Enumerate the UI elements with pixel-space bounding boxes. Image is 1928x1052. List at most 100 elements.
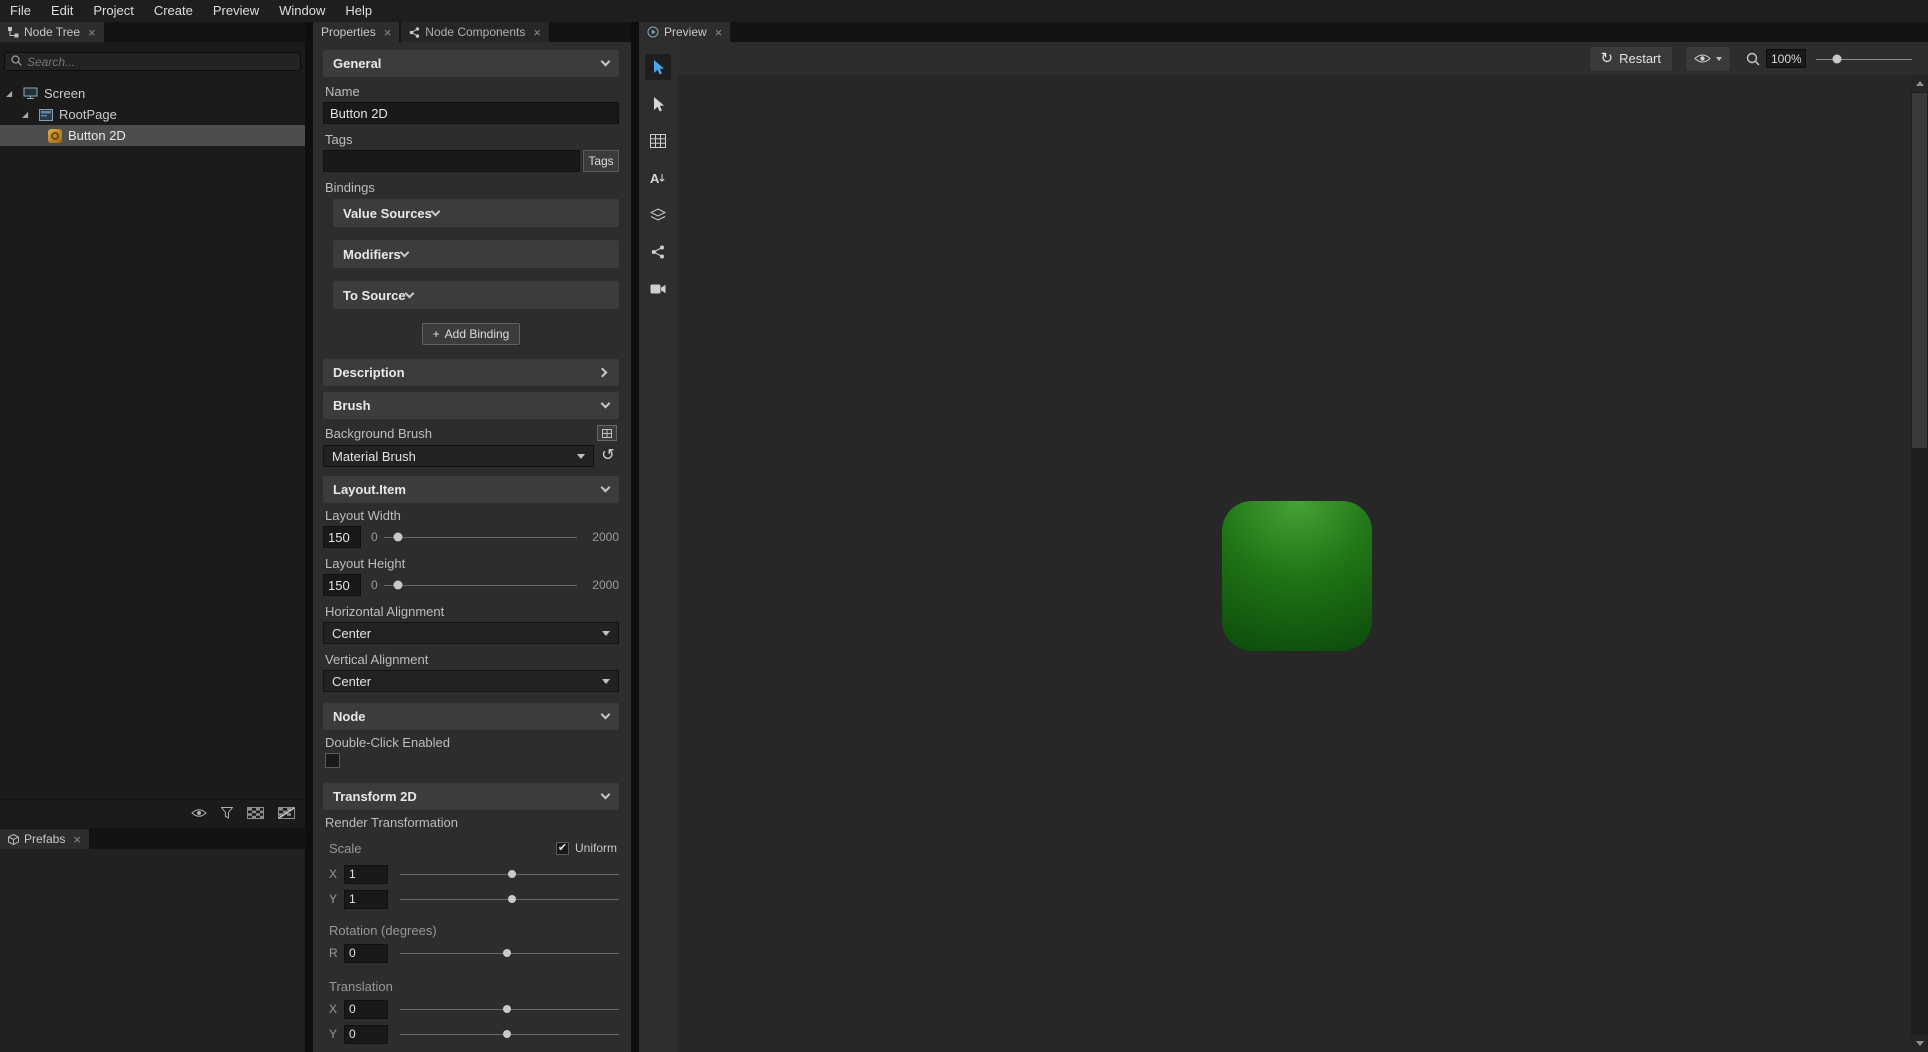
camera-tool-icon[interactable] bbox=[645, 276, 671, 302]
horizontal-alignment-select[interactable]: Center bbox=[323, 622, 619, 644]
uniform-checkbox[interactable]: ✔ bbox=[556, 842, 569, 855]
layout-width-slider[interactable] bbox=[384, 526, 577, 548]
slider-handle[interactable] bbox=[508, 895, 516, 903]
scale-y-slider[interactable] bbox=[400, 889, 619, 909]
tree-row-screen[interactable]: ◢ Screen bbox=[0, 83, 305, 104]
button-2d-node[interactable] bbox=[1222, 501, 1372, 651]
tab-properties[interactable]: Properties × bbox=[313, 22, 399, 42]
filter-icon[interactable] bbox=[221, 807, 233, 819]
axis-x-label: X bbox=[329, 867, 344, 881]
background-brush-dropdown[interactable]: Material Brush bbox=[323, 445, 594, 467]
close-icon[interactable]: × bbox=[715, 26, 723, 39]
menu-create[interactable]: Create bbox=[144, 0, 203, 22]
double-click-enabled-checkbox[interactable] bbox=[325, 753, 340, 768]
tags-input[interactable] bbox=[323, 150, 580, 172]
preview-vertical-scrollbar[interactable] bbox=[1911, 75, 1928, 1052]
layers-tool-icon[interactable] bbox=[645, 202, 671, 228]
tab-node-components[interactable]: Node Components × bbox=[401, 22, 549, 42]
section-node[interactable]: Node bbox=[323, 703, 619, 730]
chevron-down-icon bbox=[404, 288, 414, 298]
preview-canvas[interactable] bbox=[677, 75, 1911, 1052]
menu-edit[interactable]: Edit bbox=[41, 0, 83, 22]
dropdown-value: Material Brush bbox=[332, 449, 577, 464]
scroll-up-icon[interactable] bbox=[1911, 75, 1928, 92]
tab-preview[interactable]: Preview × bbox=[639, 22, 730, 42]
section-value-sources[interactable]: Value Sources bbox=[333, 199, 619, 227]
section-layout-item[interactable]: Layout.Item bbox=[323, 476, 619, 503]
menu-project[interactable]: Project bbox=[83, 0, 143, 22]
layout-width-input[interactable] bbox=[323, 526, 361, 548]
menu-help[interactable]: Help bbox=[335, 0, 382, 22]
slider-handle[interactable] bbox=[394, 533, 403, 542]
vertical-alignment-select[interactable]: Center bbox=[323, 670, 619, 692]
slider-handle[interactable] bbox=[503, 1030, 511, 1038]
visibility-options-button[interactable] bbox=[1686, 47, 1730, 71]
close-icon[interactable]: × bbox=[533, 26, 541, 39]
close-icon[interactable]: × bbox=[384, 26, 392, 39]
scrollbar-thumb[interactable] bbox=[1912, 93, 1927, 448]
node-graph-tool-icon[interactable] bbox=[645, 239, 671, 265]
expander-icon[interactable]: ◢ bbox=[22, 109, 33, 120]
section-description[interactable]: Description bbox=[323, 359, 619, 386]
axis-y-label: Y bbox=[329, 892, 344, 906]
section-title: Layout.Item bbox=[333, 482, 406, 497]
dropdown-value: Center bbox=[332, 626, 602, 641]
tree-row-button-2d[interactable]: Button 2D bbox=[0, 125, 305, 146]
add-binding-button[interactable]: + Add Binding bbox=[422, 323, 521, 345]
translation-y-slider[interactable] bbox=[400, 1024, 619, 1044]
text-tool-icon[interactable]: A bbox=[645, 165, 671, 191]
translation-x-input[interactable] bbox=[344, 1000, 388, 1019]
rotation-input[interactable] bbox=[344, 944, 388, 963]
double-click-enabled-label: Double-Click Enabled bbox=[325, 735, 617, 750]
slider-handle[interactable] bbox=[394, 581, 403, 590]
layout-height-slider[interactable] bbox=[384, 574, 577, 596]
name-input[interactable] bbox=[323, 102, 619, 124]
close-icon[interactable]: × bbox=[73, 833, 81, 846]
brush-picker-icon[interactable] bbox=[597, 425, 617, 441]
layout-width-row: 0 2000 bbox=[323, 526, 619, 548]
tab-prefabs[interactable]: Prefabs × bbox=[0, 829, 89, 849]
section-transform-2d[interactable]: Transform 2D bbox=[323, 783, 619, 810]
section-modifiers[interactable]: Modifiers bbox=[333, 240, 619, 268]
restart-button[interactable]: ↻ Restart bbox=[1590, 47, 1672, 71]
rotation-slider[interactable] bbox=[400, 943, 619, 963]
slider-handle[interactable] bbox=[508, 870, 516, 878]
grid-tool-icon[interactable] bbox=[645, 128, 671, 154]
tab-node-tree[interactable]: Node Tree × bbox=[0, 22, 104, 42]
close-icon[interactable]: × bbox=[88, 26, 96, 39]
slider-handle[interactable] bbox=[1833, 54, 1842, 63]
select-tool-icon[interactable] bbox=[645, 91, 671, 117]
scale-x-slider[interactable] bbox=[400, 864, 619, 884]
section-general[interactable]: General bbox=[323, 50, 619, 77]
prefabs-tabbar: Prefabs × bbox=[0, 828, 305, 849]
tree-row-rootpage[interactable]: ◢ RootPage bbox=[0, 104, 305, 125]
expander-icon[interactable]: ◢ bbox=[6, 88, 17, 99]
chevron-down-icon bbox=[430, 206, 440, 216]
menu-preview[interactable]: Preview bbox=[203, 0, 269, 22]
reset-icon[interactable]: ↺ bbox=[597, 448, 619, 464]
chevron-down-icon bbox=[601, 399, 611, 409]
slider-handle[interactable] bbox=[503, 949, 511, 957]
search-input[interactable] bbox=[27, 55, 294, 69]
visibility-eye-icon[interactable] bbox=[191, 808, 207, 818]
dropdown-arrow-icon bbox=[602, 679, 610, 684]
tags-button[interactable]: Tags bbox=[583, 150, 619, 172]
section-brush[interactable]: Brush bbox=[323, 392, 619, 419]
scale-x-input[interactable] bbox=[344, 865, 388, 884]
slider-handle[interactable] bbox=[503, 1005, 511, 1013]
restart-label: Restart bbox=[1619, 51, 1661, 66]
layout-height-input[interactable] bbox=[323, 574, 361, 596]
scale-y-input[interactable] bbox=[344, 890, 388, 909]
translation-x-slider[interactable] bbox=[400, 999, 619, 1019]
properties-panel: Properties × Node Components × General N… bbox=[313, 22, 631, 1052]
menu-window[interactable]: Window bbox=[269, 0, 335, 22]
transparency-grid-icon[interactable] bbox=[247, 807, 264, 819]
interact-tool-icon[interactable] bbox=[645, 54, 671, 80]
section-to-source[interactable]: To Source bbox=[333, 281, 619, 309]
zoom-slider[interactable] bbox=[1816, 49, 1912, 69]
translation-y-input[interactable] bbox=[344, 1025, 388, 1044]
scroll-down-icon[interactable] bbox=[1911, 1035, 1928, 1052]
transparency-grid-off-icon[interactable] bbox=[278, 807, 295, 819]
menu-file[interactable]: File bbox=[0, 0, 41, 22]
zoom-level-input[interactable] bbox=[1766, 49, 1806, 68]
